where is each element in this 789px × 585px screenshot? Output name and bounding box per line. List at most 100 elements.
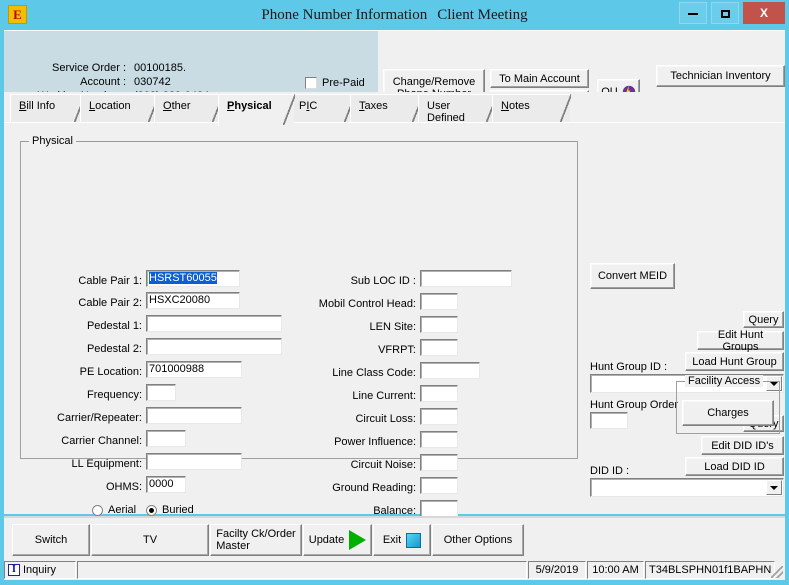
status-time: 10:00 AM	[587, 561, 644, 579]
technician-inventory-button[interactable]: Technician Inventory	[656, 65, 785, 87]
carrier-channel-input[interactable]	[146, 430, 186, 447]
circuit-loss-input[interactable]	[420, 408, 458, 425]
maximize-icon	[720, 9, 730, 18]
circuit-noise-input[interactable]	[420, 454, 458, 471]
update-button[interactable]: Update	[303, 524, 372, 556]
tab-bill-info-label: ill Info	[26, 100, 56, 112]
exit-label: Exit	[382, 534, 402, 546]
mobil-control-head-label: Mobil Control Head:	[318, 298, 416, 310]
aerial-radio[interactable]	[92, 505, 103, 516]
status-mode[interactable]: I Inquiry	[4, 561, 76, 579]
tab-user-defined-line1: User	[427, 100, 451, 112]
ohms-label: OHMS:	[105, 481, 142, 493]
status-message	[77, 561, 527, 579]
service-order-value: 00100185.	[134, 62, 186, 74]
chevron-down-icon[interactable]	[766, 480, 782, 495]
circuit-noise-label: Circuit Noise:	[350, 459, 416, 471]
ll-equipment-input[interactable]	[146, 453, 242, 470]
window-title: Phone Number Information Client Meeting	[0, 0, 789, 30]
line-class-code-input[interactable]	[420, 362, 480, 379]
update-label: Update	[308, 534, 345, 546]
vfrpt-label: VFRPT:	[378, 344, 416, 356]
account-label: Account :	[80, 76, 126, 88]
convert-meid-button[interactable]: Convert MEID	[590, 263, 675, 289]
circuit-loss-label: Circuit Loss:	[355, 413, 416, 425]
carrier-repeater-input[interactable]	[146, 407, 242, 424]
did-id-label: DID ID :	[590, 465, 630, 477]
status-code: T34BLSPHN01f1BAPHN	[645, 561, 775, 579]
vfrpt-input[interactable]	[420, 339, 458, 356]
pedestal-2-label: Pedestal 2:	[86, 343, 142, 355]
tab-notes-label: otes	[508, 100, 530, 112]
line-current-label: Line Current:	[352, 390, 416, 402]
tab-pic[interactable]: PIC	[290, 94, 355, 125]
inquiry-icon: I	[8, 564, 20, 576]
cable-pair-2-input[interactable]: HSXC20080	[146, 292, 240, 309]
other-options-button[interactable]: Other Options	[432, 524, 524, 556]
ohms-input[interactable]: 0000	[146, 476, 186, 493]
to-main-account-button[interactable]: To Main Account	[490, 69, 589, 88]
pedestal-1-label: Pedestal 1:	[86, 320, 142, 332]
cable-pair-1-input[interactable]: HSRST60055	[146, 270, 240, 287]
balance-input[interactable]	[420, 500, 458, 517]
tab-strip: Bill Info Location Other Physical PIC Ta…	[4, 92, 785, 126]
pedestal-1-input[interactable]	[146, 315, 282, 332]
play-triangle-icon	[349, 530, 367, 550]
sub-loc-id-label: Sub LOC ID :	[350, 275, 416, 287]
carrier-channel-label: Carrier Channel:	[61, 435, 142, 447]
edit-hunt-groups-button[interactable]: Edit Hunt Groups	[697, 329, 784, 353]
buried-radio[interactable]	[146, 505, 157, 516]
resize-grip[interactable]	[771, 566, 783, 578]
ground-reading-input[interactable]	[420, 477, 458, 494]
tab-other[interactable]: Other	[154, 94, 223, 125]
power-influence-input[interactable]	[420, 431, 458, 448]
switch-button[interactable]: Switch	[12, 524, 90, 556]
tab-notes[interactable]: Notes	[492, 94, 571, 125]
tab-taxes-label: axes	[364, 100, 388, 112]
hunt-query-button[interactable]: Query	[743, 311, 784, 328]
tab-user-defined[interactable]: User Defined	[418, 94, 497, 125]
aerial-label: Aerial	[108, 504, 137, 516]
frequency-input[interactable]	[146, 384, 176, 401]
tab-physical[interactable]: Physical	[218, 94, 295, 126]
facility-access-title: Facility Access	[685, 375, 764, 387]
prepaid-checkbox[interactable]	[305, 77, 317, 89]
pedestal-2-input[interactable]	[146, 338, 282, 355]
physical-groupbox-title: Physical	[29, 135, 76, 147]
mobil-control-head-input[interactable]	[420, 293, 458, 310]
facility-ck-order-master-button[interactable]: Facilty Ck/Order Master	[210, 524, 302, 556]
prepaid-label: Pre-Paid	[322, 77, 365, 89]
window-title-main: Phone Number Information	[261, 7, 428, 23]
application-window: E Phone Number Information Client Meeting…	[0, 0, 789, 585]
tab-taxes[interactable]: Taxes	[350, 94, 423, 125]
pe-location-input[interactable]: 701000988	[146, 361, 242, 378]
pe-location-label: PE Location:	[79, 366, 142, 378]
len-site-input[interactable]	[420, 316, 458, 333]
header-panel: Service Order : 00100185. Account : 0307…	[4, 30, 785, 116]
hunt-group-id-label: Hunt Group ID :	[590, 361, 668, 373]
charges-button[interactable]: Charges	[682, 400, 774, 426]
tab-bill-info[interactable]: Bill Info	[10, 94, 85, 125]
minimize-button[interactable]	[679, 2, 707, 24]
load-did-id-button[interactable]: Load DID ID	[685, 457, 784, 476]
minimize-icon	[688, 12, 698, 15]
edit-did-ids-button[interactable]: Edit DID ID's	[701, 436, 784, 455]
exit-square-icon	[406, 532, 422, 548]
exit-button[interactable]: Exit	[373, 524, 431, 556]
load-hunt-group-button[interactable]: Load Hunt Group	[685, 352, 784, 371]
bottom-toolbar: Switch TV Facilty Ck/Order Master Update…	[4, 516, 785, 562]
line-current-input[interactable]	[420, 385, 458, 402]
tab-physical-label: hysical	[234, 100, 272, 112]
hunt-group-order-input[interactable]	[590, 412, 628, 429]
change-remove-line1: Change/Remove	[392, 75, 476, 88]
maximize-button[interactable]	[711, 2, 739, 24]
sub-loc-id-input[interactable]	[420, 270, 512, 287]
close-button[interactable]: X	[743, 2, 785, 24]
cable-pair-2-label: Cable Pair 2:	[78, 297, 142, 309]
power-influence-label: Power Influence:	[334, 436, 416, 448]
tv-button[interactable]: TV	[91, 524, 209, 556]
tab-location[interactable]: Location	[80, 94, 159, 125]
tab-location-label: ocation	[95, 100, 131, 112]
status-date: 5/9/2019	[528, 561, 586, 579]
did-id-combo[interactable]	[590, 478, 784, 497]
